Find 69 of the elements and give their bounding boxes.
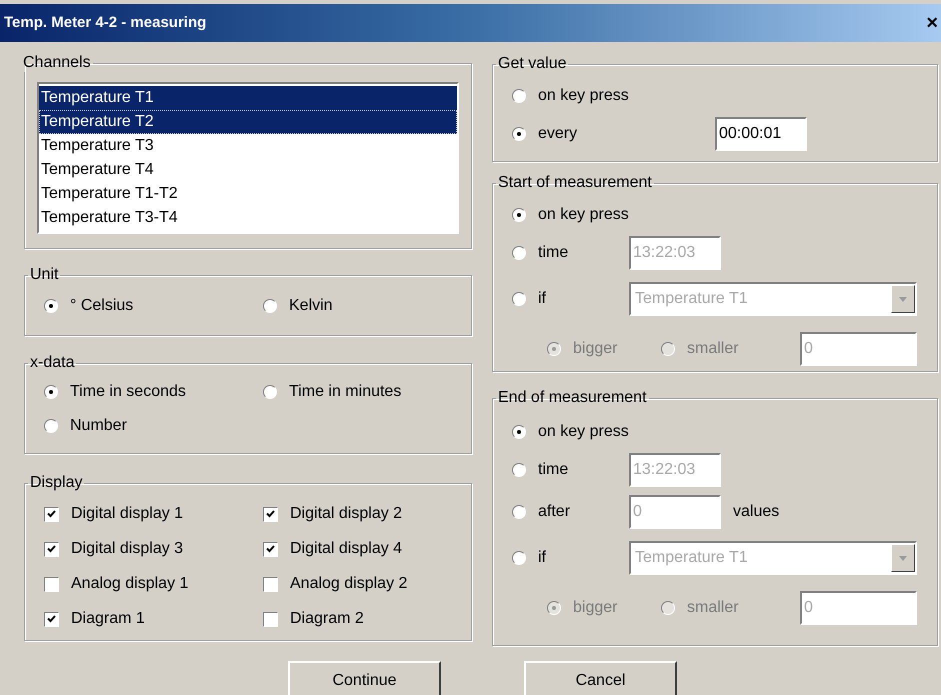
option-label: bigger <box>573 339 618 359</box>
checkbox[interactable] <box>44 576 59 592</box>
window-title: Temp. Meter 4-2 - measuring <box>4 12 206 33</box>
radio-button[interactable] <box>263 299 277 313</box>
option-label: on key press <box>538 205 629 225</box>
list-item[interactable]: Temperature T1-T2 <box>39 182 457 206</box>
group-title: Get value <box>497 55 568 73</box>
option-label: if <box>538 548 546 568</box>
checkmark-icon <box>266 545 275 553</box>
list-item[interactable]: Temperature T3 <box>39 134 457 158</box>
option-label: time <box>538 460 568 480</box>
option-label: bigger <box>573 598 618 618</box>
checkbox[interactable] <box>44 612 59 626</box>
option-label: Diagram 1 <box>71 609 145 629</box>
list-item[interactable]: Temperature T1 <box>39 86 457 110</box>
list-item[interactable]: Temperature T4 <box>39 158 457 182</box>
checkmark-icon <box>47 545 56 553</box>
dialog-button[interactable]: Cancel <box>524 661 677 695</box>
checkmark-icon <box>266 510 275 518</box>
group-title: End of measurement <box>497 389 648 407</box>
close-button[interactable]: × <box>923 10 941 36</box>
list-item[interactable]: Temperature T3-T4 <box>39 206 457 230</box>
checkbox[interactable] <box>263 612 278 626</box>
option-label: Digital display 3 <box>71 539 184 559</box>
radio-button[interactable] <box>512 127 526 141</box>
radio-button[interactable] <box>44 419 58 433</box>
checkmark-icon <box>47 510 56 518</box>
group-title: x-data <box>29 354 76 372</box>
checkmark-icon <box>47 615 56 623</box>
checkbox[interactable] <box>263 576 278 592</box>
checkbox[interactable] <box>44 542 59 556</box>
dialog-button[interactable]: Continue <box>288 661 441 695</box>
option-label: Digital display 1 <box>71 504 184 524</box>
input-field[interactable]: 00:00:01 <box>715 117 807 151</box>
option-label: smaller <box>687 339 739 359</box>
caret-down-icon <box>899 556 907 560</box>
option-label: Analog display 1 <box>71 574 188 594</box>
option-label: Time in seconds <box>70 382 186 402</box>
option-label: every <box>538 124 578 144</box>
option-label: time <box>538 243 568 263</box>
group-title: Unit <box>29 266 60 284</box>
group-title: Display <box>29 474 84 492</box>
checkbox[interactable] <box>263 506 278 522</box>
option-label: Kelvin <box>289 296 333 316</box>
radio-button[interactable] <box>44 299 58 313</box>
option-label: on key press <box>538 86 629 106</box>
option-label: if <box>538 289 546 309</box>
radio-button[interactable] <box>512 89 526 103</box>
radio-button[interactable] <box>263 385 277 399</box>
radio-button[interactable] <box>512 208 526 222</box>
option-label: ° Celsius <box>70 296 134 316</box>
radio-button[interactable] <box>44 385 58 399</box>
group-title: Channels <box>22 54 92 72</box>
option-label: Digital display 2 <box>290 504 402 524</box>
option-label: Analog display 2 <box>290 574 408 594</box>
option-label: smaller <box>687 598 739 618</box>
option-label: Digital display 4 <box>290 539 402 559</box>
group-title: Start of measurement <box>497 174 653 192</box>
caret-down-icon <box>899 296 907 302</box>
radio-button[interactable] <box>512 425 526 439</box>
option-label: Number <box>70 416 127 436</box>
checkbox[interactable] <box>44 506 59 522</box>
list-item[interactable]: Temperature T2 <box>39 110 457 134</box>
checkbox[interactable] <box>263 542 278 556</box>
option-label: on key press <box>538 422 629 442</box>
option-label: after <box>538 502 570 522</box>
option-label: Diagram 2 <box>290 609 364 629</box>
option-label: Time in minutes <box>289 382 402 402</box>
suffix-label: values <box>733 502 780 522</box>
